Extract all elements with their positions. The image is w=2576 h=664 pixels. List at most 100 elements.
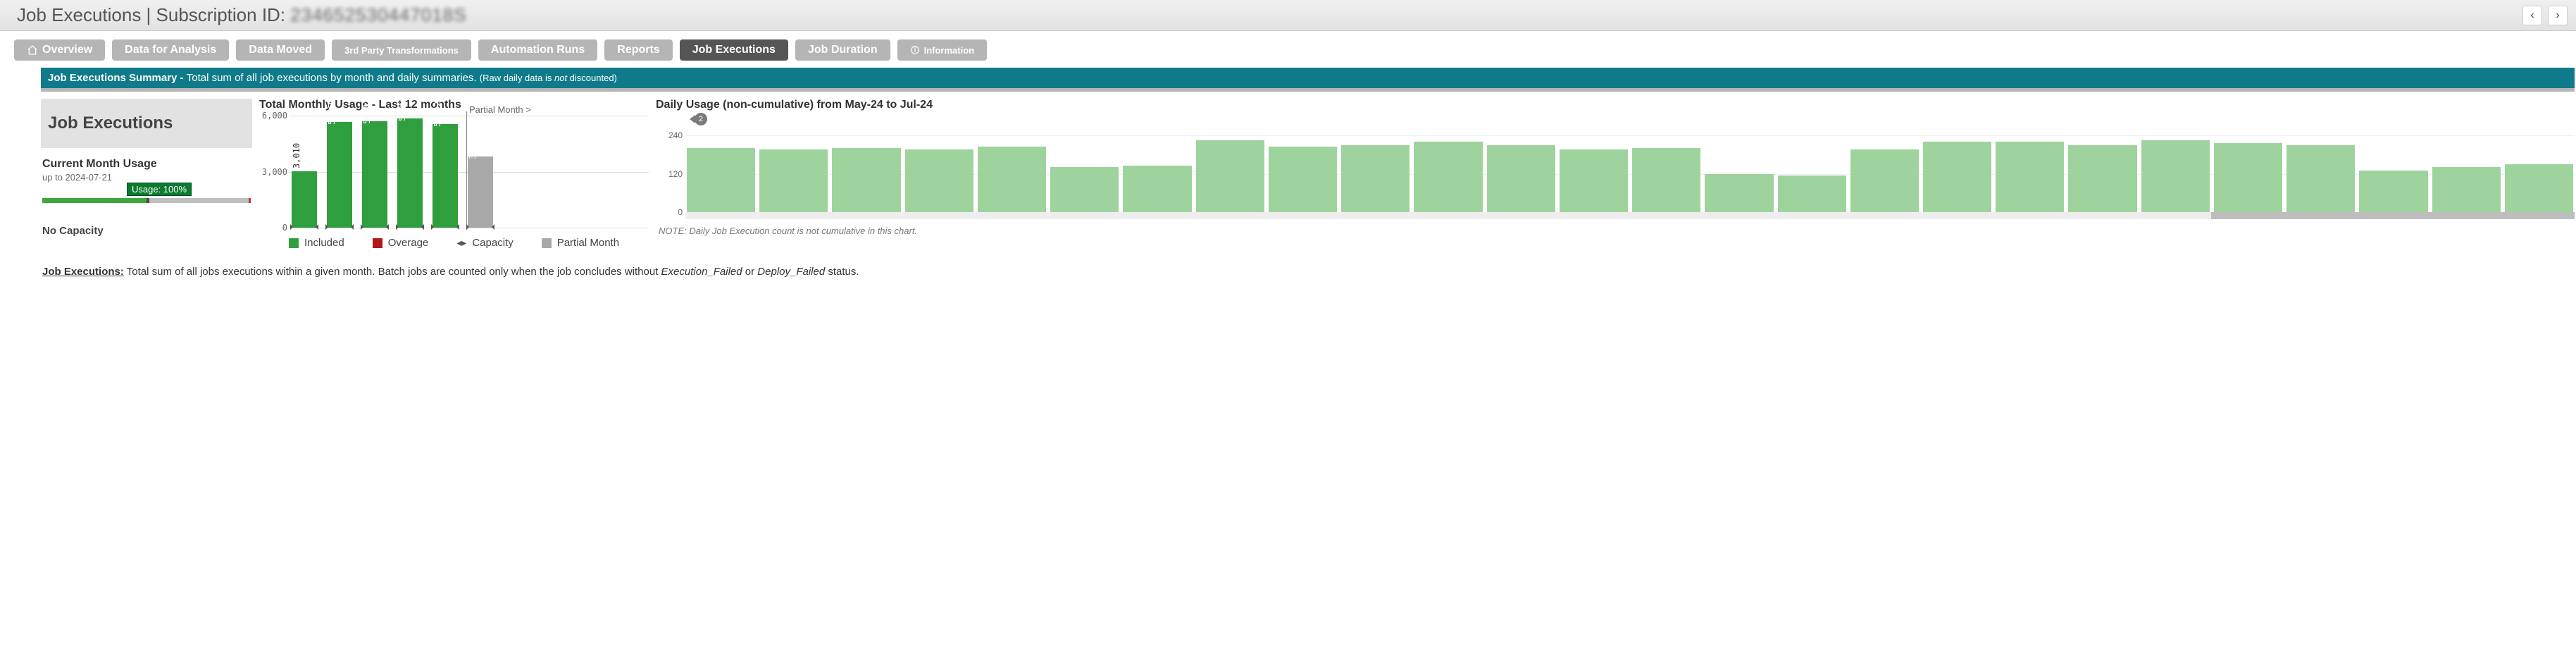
home-icon bbox=[27, 44, 38, 56]
partial-month-strip bbox=[2211, 212, 2575, 219]
swatch-icon bbox=[289, 238, 299, 248]
bar-value: 5,660 bbox=[327, 99, 337, 125]
daily-bar bbox=[2068, 145, 2136, 212]
bar-slot: 5,660 bbox=[324, 116, 355, 228]
tab-job-executions[interactable]: Job Executions bbox=[680, 39, 788, 61]
daily-bar bbox=[905, 149, 973, 212]
daily-bar bbox=[1632, 148, 1700, 212]
tab-reports[interactable]: Reports bbox=[604, 39, 672, 61]
usage-gauge: Usage: 100% bbox=[42, 198, 251, 212]
current-usage-date: up to 2024-07-21 bbox=[42, 172, 251, 183]
daily-bar bbox=[1050, 167, 1119, 212]
y-tick: 6,000 bbox=[259, 111, 287, 121]
bar-slot: 5,858 bbox=[394, 116, 425, 228]
banner-text: Total sum of all job executions by month… bbox=[187, 72, 480, 84]
banner-small: (Raw daily data is not discounted) bbox=[480, 73, 617, 83]
daily-chart[interactable]: 0120240 bbox=[685, 135, 2575, 213]
tab-data-moved[interactable]: Data Moved bbox=[236, 39, 325, 61]
tab-label: Data Moved bbox=[249, 44, 312, 56]
bar-included: 3,010 bbox=[292, 171, 317, 228]
bar-slot: 5,703 bbox=[359, 116, 390, 228]
daily-bar bbox=[687, 148, 755, 212]
bar-slot: 3,822 bbox=[465, 116, 496, 228]
info-icon bbox=[910, 45, 920, 55]
daily-bar bbox=[1850, 149, 1919, 212]
def-term: Job Executions: bbox=[42, 266, 124, 278]
daily-bar bbox=[2432, 167, 2501, 212]
daily-bar bbox=[1341, 145, 1410, 212]
tab-automation-runs[interactable]: Automation Runs bbox=[478, 39, 597, 61]
daily-bar bbox=[2286, 145, 2355, 212]
daily-chart-title: Daily Usage (non-cumulative) from May-24… bbox=[656, 99, 2575, 111]
no-capacity-label: No Capacity bbox=[42, 225, 251, 237]
daily-bar bbox=[759, 149, 828, 212]
month-strip bbox=[685, 212, 2575, 219]
metric-card-title: Job Executions bbox=[48, 113, 173, 133]
capacity-marker bbox=[433, 226, 458, 228]
partial-month-label: Partial Month > bbox=[469, 104, 531, 115]
tab-label: Job Duration bbox=[808, 44, 878, 56]
bar-partial: 3,822 bbox=[468, 156, 493, 228]
bar-included: 5,660 bbox=[327, 122, 352, 228]
daily-bar bbox=[2505, 164, 2573, 212]
subscription-id: 234652530447018S bbox=[290, 4, 466, 25]
daily-bar bbox=[1414, 142, 1482, 212]
usage-bar-rest bbox=[149, 198, 249, 203]
page-title: Job Executions | Subscription ID: 234652… bbox=[17, 4, 467, 26]
monthly-legend: Included Overage ◂▸Capacity Partial Mont… bbox=[289, 237, 649, 249]
daily-bar bbox=[2141, 140, 2210, 212]
tab-third-party[interactable]: 3rd Party Transformations bbox=[332, 39, 471, 61]
footer-definition: Job Executions: Total sum of all jobs ex… bbox=[0, 249, 2576, 285]
nav-tabs: Overview Data for Analysis Data Moved 3r… bbox=[0, 31, 2576, 68]
tab-label: Automation Runs bbox=[491, 44, 585, 56]
legend-partial: Partial Month bbox=[542, 237, 619, 249]
daily-bar bbox=[2214, 143, 2282, 212]
legend-overage: Overage bbox=[373, 237, 429, 249]
chevron-left-icon: ‹ bbox=[2530, 9, 2534, 22]
tab-label: Reports bbox=[617, 44, 659, 56]
bar-value: 3,010 bbox=[292, 143, 301, 168]
legend-capacity: ◂▸Capacity bbox=[456, 237, 513, 249]
y-tick: 0 bbox=[656, 207, 683, 217]
y-tick: 0 bbox=[259, 223, 287, 233]
daily-note: NOTE: Daily Job Execution count is not c… bbox=[659, 226, 2575, 236]
next-button[interactable]: › bbox=[2548, 6, 2568, 25]
bar-value: 3,822 bbox=[468, 134, 478, 159]
tab-label: Data for Analysis bbox=[125, 44, 216, 56]
capacity-marker bbox=[292, 226, 317, 228]
y-tick: 120 bbox=[656, 169, 683, 179]
chevron-right-icon: › bbox=[2556, 9, 2559, 22]
monthly-chart[interactable]: 03,0006,000Partial Month >3,0105,6605,70… bbox=[289, 116, 649, 228]
metric-card: Job Executions bbox=[41, 99, 252, 148]
tab-job-duration[interactable]: Job Duration bbox=[795, 39, 890, 61]
daily-bar bbox=[1560, 149, 1628, 212]
arrow-icon: ◂▸ bbox=[456, 237, 466, 249]
tab-overview[interactable]: Overview bbox=[14, 39, 105, 61]
bar-included: 5,703 bbox=[362, 121, 387, 228]
y-tick: 3,000 bbox=[259, 167, 287, 177]
daily-bar bbox=[832, 148, 900, 212]
tab-information[interactable]: Information bbox=[897, 39, 988, 61]
bar-included: 5,858 bbox=[397, 118, 423, 228]
swatch-icon bbox=[542, 238, 552, 248]
prev-button[interactable]: ‹ bbox=[2522, 6, 2542, 25]
page-title-prefix: Job Executions | Subscription ID: bbox=[17, 4, 290, 25]
bar-value: 5,858 bbox=[397, 96, 407, 121]
daily-bar bbox=[1487, 145, 1555, 212]
tab-data-analysis[interactable]: Data for Analysis bbox=[112, 39, 229, 61]
bar-slot: 3,010 bbox=[289, 116, 320, 228]
daily-bar bbox=[978, 147, 1046, 212]
capacity-marker bbox=[327, 226, 352, 228]
hidden-count-badge[interactable]: 2 bbox=[690, 113, 707, 125]
daily-bar bbox=[1269, 147, 1337, 212]
y-tick: 240 bbox=[656, 130, 683, 140]
daily-bar bbox=[1923, 142, 1991, 212]
banner-bold: Job Executions Summary - bbox=[48, 72, 187, 84]
daily-bar bbox=[1778, 176, 1846, 212]
tab-label: Overview bbox=[42, 44, 92, 56]
usage-bar-fill bbox=[42, 198, 147, 203]
bar-included: 5,542 bbox=[433, 124, 458, 228]
daily-bar bbox=[1996, 142, 2064, 212]
swatch-icon bbox=[373, 238, 382, 248]
bar-value: 5,542 bbox=[433, 102, 442, 127]
